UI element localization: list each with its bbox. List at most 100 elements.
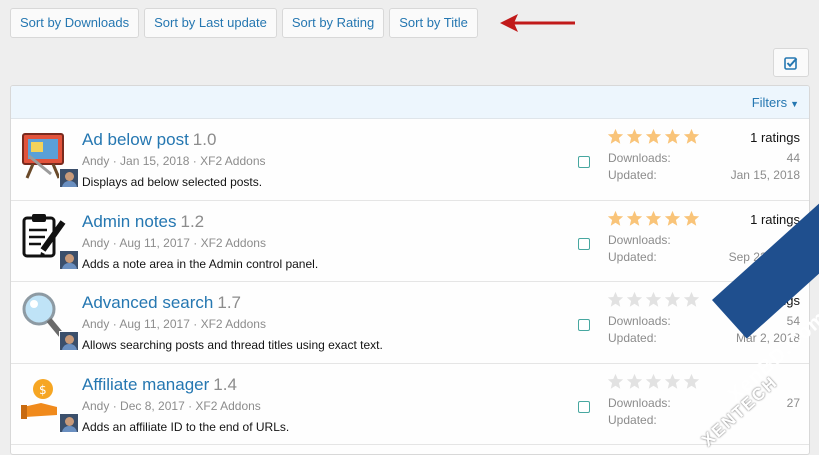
resource-version: 1.4 bbox=[213, 374, 237, 394]
caret-down-icon: ▼ bbox=[790, 98, 799, 109]
rating-stars bbox=[607, 291, 700, 308]
rating-stars bbox=[607, 373, 700, 390]
resource-title-line: Admin notes 1.2 bbox=[82, 212, 204, 232]
ad-board-icon[interactable] bbox=[19, 128, 79, 188]
star-icon bbox=[645, 373, 662, 389]
category-link[interactable]: XF2 Addons bbox=[200, 154, 265, 168]
resource-date: Dec 8, 2017 bbox=[120, 398, 185, 413]
stats-values: 27 bbox=[787, 395, 800, 412]
resource-version: 1.2 bbox=[180, 211, 205, 231]
resource-title-link[interactable]: Ad below post bbox=[82, 130, 189, 149]
category-link[interactable]: XF2 Addons bbox=[195, 399, 260, 413]
star-icon bbox=[607, 373, 624, 389]
downloads-label: Downloads: bbox=[608, 314, 671, 328]
resource-version: 1.0 bbox=[192, 130, 217, 149]
star-icon bbox=[683, 373, 700, 389]
affiliate-hand-icon[interactable]: $ bbox=[19, 373, 79, 433]
sort-by-rating-button[interactable]: Sort by Rating bbox=[281, 8, 385, 38]
checkbox-checked-icon bbox=[784, 56, 798, 70]
star-icon bbox=[607, 210, 624, 226]
resource-title-link[interactable]: Admin notes bbox=[82, 212, 177, 231]
rating-stars bbox=[607, 128, 700, 145]
author-avatar[interactable] bbox=[59, 412, 79, 433]
stats-labels: Downloads: Updated: bbox=[608, 313, 671, 347]
stats-values: 44 Jan 15, 2018 bbox=[731, 150, 800, 184]
resource-row: $ Affiliate manager 1.4 Andy · Dec 8, 2017 … bbox=[11, 364, 809, 445]
resource-description: Adds a note area in the Admin control pa… bbox=[82, 256, 319, 271]
star-icon bbox=[607, 128, 624, 144]
category-link[interactable]: XF2 Addons bbox=[201, 317, 266, 331]
filters-menu[interactable]: Filters ▼ bbox=[752, 95, 799, 110]
stats-labels: Downloads: Updated: bbox=[608, 395, 671, 429]
resource-version: 1.7 bbox=[217, 293, 242, 312]
resource-meta: Andy · Dec 8, 2017 · XF2 Addons bbox=[82, 398, 261, 413]
resource-date: Aug 11, 2017 bbox=[119, 317, 190, 331]
star-icon bbox=[626, 373, 643, 389]
row-select-checkbox[interactable] bbox=[578, 237, 590, 250]
resource-list: Filters ▼ Ad below post 1.0 Andy · Jan 15, … bbox=[10, 85, 810, 455]
rating-stars bbox=[607, 210, 700, 227]
sort-by-downloads-button[interactable]: Sort by Downloads bbox=[10, 8, 140, 38]
author-link[interactable]: Andy bbox=[82, 154, 109, 168]
star-icon bbox=[626, 128, 643, 144]
magnifier-icon[interactable] bbox=[19, 291, 79, 351]
updated-label: Updated: bbox=[608, 249, 657, 264]
star-icon bbox=[664, 210, 681, 226]
resource-title-link[interactable]: Affiliate manager bbox=[82, 375, 209, 394]
resource-meta: Andy · Jan 15, 2018 · XF2 Addons bbox=[82, 154, 266, 168]
ratings-count: 1 ratings bbox=[750, 130, 800, 145]
resource-date: Jan 15, 2018 bbox=[120, 154, 190, 168]
row-select-checkbox[interactable] bbox=[578, 400, 590, 413]
svg-text:$: $ bbox=[39, 383, 47, 397]
author-avatar[interactable] bbox=[59, 168, 79, 188]
downloads-label: Downloads: bbox=[608, 395, 671, 410]
author-link[interactable]: Andy bbox=[82, 236, 109, 250]
resource-meta: Andy · Aug 11, 2017 · XF2 Addons bbox=[82, 317, 266, 331]
star-icon bbox=[683, 291, 700, 307]
author-link[interactable]: Andy bbox=[82, 317, 109, 331]
author-link[interactable]: Andy bbox=[82, 399, 109, 413]
author-avatar[interactable] bbox=[59, 331, 79, 351]
updated-label: Updated: bbox=[608, 412, 657, 427]
star-icon bbox=[664, 373, 681, 389]
star-icon bbox=[645, 210, 662, 226]
resource-title-line: Advanced search 1.7 bbox=[82, 293, 241, 313]
downloads-label: Downloads: bbox=[608, 151, 671, 165]
updated-label: Updated: bbox=[608, 168, 657, 182]
resource-title-link[interactable]: Advanced search bbox=[82, 293, 213, 312]
resource-meta: Andy · Aug 11, 2017 · XF2 Addons bbox=[82, 235, 266, 250]
downloads-label: Downloads: bbox=[608, 232, 671, 247]
select-toggle-button[interactable] bbox=[773, 48, 809, 77]
resource-rows: Ad below post 1.0 Andy · Jan 15, 2018 · XF… bbox=[11, 119, 809, 445]
category-link[interactable]: XF2 Addons bbox=[201, 236, 266, 250]
clipboard-pencil-icon[interactable] bbox=[19, 210, 79, 270]
ratings-count: 1 ratings bbox=[750, 211, 800, 227]
star-icon bbox=[645, 291, 662, 307]
stats-labels: Downloads: Updated: bbox=[608, 232, 671, 266]
resource-description: Displays ad below selected posts. bbox=[82, 175, 263, 189]
resource-date: Aug 11, 2017 bbox=[119, 235, 190, 250]
row-select-checkbox[interactable] bbox=[578, 156, 590, 168]
resource-row: Ad below post 1.0 Andy · Jan 15, 2018 · XF… bbox=[11, 119, 809, 201]
resource-description: Adds an affiliate ID to the end of URLs. bbox=[82, 419, 290, 434]
updated-date: Jan 15, 2018 bbox=[730, 168, 800, 182]
sort-toolbar: Sort by Downloads Sort by Last update So… bbox=[10, 8, 478, 38]
resource-description: Allows searching posts and thread titles… bbox=[82, 338, 383, 352]
stats-labels: Downloads: Updated: bbox=[608, 150, 671, 184]
annotation-arrow-icon bbox=[500, 14, 575, 32]
filters-label: Filters bbox=[751, 94, 788, 110]
star-icon bbox=[664, 128, 681, 144]
updated-label: Updated: bbox=[608, 331, 657, 345]
resource-row: Advanced search 1.7 Andy · Aug 11, 2017 · … bbox=[11, 282, 809, 364]
star-icon bbox=[683, 210, 700, 226]
star-icon bbox=[645, 128, 662, 144]
downloads-count: 27 bbox=[786, 395, 800, 410]
resource-row: Admin notes 1.2 Andy · Aug 11, 2017 · XF2 … bbox=[11, 201, 809, 282]
sort-by-title-button[interactable]: Sort by Title bbox=[389, 8, 478, 38]
row-select-checkbox[interactable] bbox=[578, 319, 590, 331]
author-avatar[interactable] bbox=[59, 249, 79, 270]
sort-by-last-update-button[interactable]: Sort by Last update bbox=[144, 8, 277, 38]
star-icon bbox=[664, 291, 681, 307]
downloads-count: 44 bbox=[786, 151, 800, 165]
resource-title-line: Affiliate manager 1.4 bbox=[82, 375, 237, 395]
